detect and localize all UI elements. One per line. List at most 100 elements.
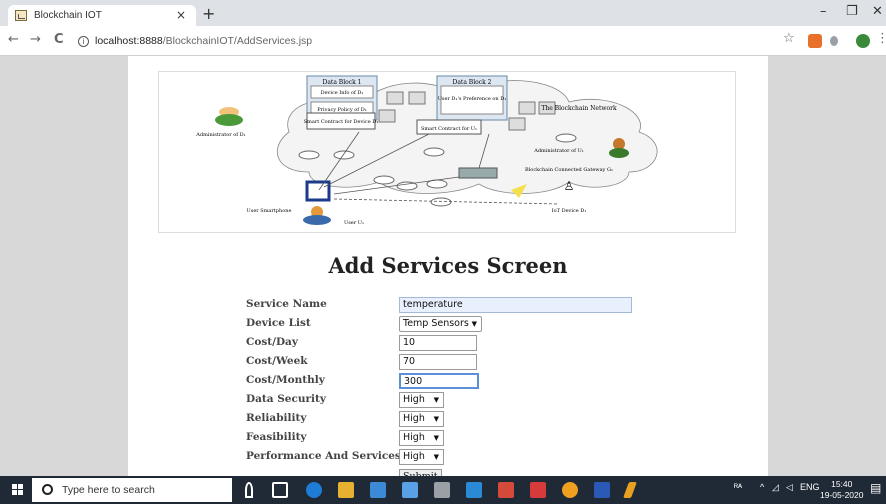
iot-device-label: IoT Device D₁ [552,208,587,214]
chrome-icon[interactable] [562,482,578,498]
volume-icon[interactable]: ◁ [786,482,793,493]
window-close-icon[interactable]: ✕ [872,4,883,19]
microphone-icon[interactable] [245,482,253,498]
smart-contract-user-label: Smart Contract for U₁ [421,126,477,132]
app-icon-7[interactable] [466,482,482,498]
performance-label: Performance And Services [246,450,401,462]
page-viewport: Data Block 1 Device Info of D₁ Privacy P… [0,56,886,484]
service-name-input[interactable]: temperature [399,297,632,313]
people-icon[interactable]: ᴿᴬ [734,482,742,492]
data-security-label: Data Security [246,393,326,405]
svg-text:♙: ♙ [564,179,575,193]
new-tab-icon[interactable]: + [202,4,215,23]
administrator-right-label: Administrator of U₁ [533,148,584,154]
store-icon[interactable] [338,482,354,498]
data-security-row: Data Security High [246,392,646,409]
service-name-label: Service Name [246,298,327,310]
app-icon-8[interactable] [498,482,514,498]
app-icon-5[interactable] [402,482,418,498]
menu-dots-icon[interactable]: ⋮ [876,31,886,46]
tab-blockchain-iot[interactable]: Blockchain IOT × [8,5,196,26]
task-view-icon[interactable] [272,482,288,498]
word-icon[interactable] [594,482,610,498]
tray-chevron-icon[interactable]: ^ [760,482,764,492]
feasibility-row: Feasibility High [246,430,646,447]
administrator-left-label: Administrator of D₁ [195,132,245,138]
device-list-value: Temp Sensors [403,318,469,329]
cost-week-row: Cost/Week 70 [246,354,646,371]
browser-toolbar: ← → C i localhost:8888/BlockchainIOT/AddS… [0,26,886,56]
bookmark-star-icon[interactable]: ☆ [783,31,795,46]
maximize-icon[interactable]: ❐ [846,4,858,19]
cost-day-row: Cost/Day 10 [246,335,646,352]
storage-icon[interactable] [370,482,386,498]
url-host: localhost:8888 [95,35,163,47]
privacy-policy-label: Privacy Policy of D₁ [317,107,366,113]
extension-icon[interactable] [808,34,822,48]
device-list-row: Device List Temp Sensors [246,316,646,333]
clock-date: 19-05-2020 [820,490,864,500]
user-label: User U₁ [344,220,364,226]
device-info-label: Device Info of D₁ [321,90,364,96]
profile-avatar-icon[interactable] [856,34,870,48]
clock-time: 15:40 [831,479,853,489]
cost-day-label: Cost/Day [246,336,298,348]
windows-taskbar: Type here to search ᴿᴬ ^ ◿ ◁ ENG 15:40 1… [0,476,886,504]
device-list-label: Device List [246,317,311,329]
taskbar-search-box[interactable]: Type here to search [32,478,232,502]
blockchain-network-label: The Blockchain Network [541,105,617,112]
page-title: Add Services Screen [328,253,568,278]
app-icon-13[interactable] [623,482,637,498]
back-icon[interactable]: ← [8,32,19,47]
user-preference-label: User D₁'s Preference on D₁ [438,96,507,102]
tab-close-icon[interactable]: × [176,8,186,22]
feasibility-value: High [403,432,425,443]
taskbar-clock[interactable]: 15:40 19-05-2020 [820,479,863,501]
service-name-row: Service Name temperature [246,297,646,314]
feasibility-select[interactable]: High [399,430,444,446]
main-content: Data Block 1 Device Info of D₁ Privacy P… [128,56,768,484]
reliability-select[interactable]: High [399,411,444,427]
performance-row: Performance And Services High [246,449,646,466]
browser-tabstrip: Blockchain IOT × + – ❐ ✕ [0,0,886,26]
data-security-value: High [403,394,425,405]
reload-icon[interactable]: C [54,32,64,47]
device-list-select[interactable]: Temp Sensors [399,316,482,332]
site-info-icon[interactable]: i [78,35,89,47]
minimize-icon[interactable]: – [820,4,827,19]
language-indicator[interactable]: ENG [800,482,820,492]
network-icon[interactable]: ◿ [772,482,779,493]
cost-monthly-label: Cost/Monthly [246,374,325,386]
cortana-circle-icon [42,484,53,495]
notifications-icon[interactable]: ▤ [870,481,881,495]
data-block-1-label: Data Block 1 [323,79,362,86]
performance-value: High [403,451,425,462]
url-path: /BlockchainIOT/AddServices.jsp [162,35,313,47]
data-security-select[interactable]: High [399,392,444,408]
user-smartphone-label: User Smartphone [247,208,292,214]
tab-title: Blockchain IOT [34,10,102,21]
reliability-label: Reliability [246,412,307,424]
architecture-diagram: Data Block 1 Device Info of D₁ Privacy P… [158,71,736,233]
page-favicon-icon [15,10,27,21]
performance-select[interactable]: High [399,449,444,465]
pdf-reader-icon[interactable] [530,482,546,498]
smart-contract-device-label: Smart Contract for Device D₁ [304,119,379,125]
address-bar[interactable]: i localhost:8888/BlockchainIOT/AddService… [78,31,768,51]
edge-browser-icon[interactable] [306,482,322,498]
extension-shield-icon[interactable] [830,36,838,46]
search-placeholder: Type here to search [62,484,155,496]
app-icon-6[interactable] [434,482,450,498]
feasibility-label: Feasibility [246,431,307,443]
reliability-row: Reliability High [246,411,646,428]
cost-monthly-row: Cost/Monthly 300 [246,373,646,390]
gateway-label: Blockchain Connected Gateway G₁ [525,167,613,173]
cost-week-label: Cost/Week [246,355,308,367]
cost-day-input[interactable]: 10 [399,335,477,351]
data-block-2-label: Data Block 2 [453,79,492,86]
forward-icon[interactable]: → [30,32,41,47]
reliability-value: High [403,413,425,424]
windows-start-icon[interactable] [12,484,24,496]
cost-week-input[interactable]: 70 [399,354,477,370]
cost-monthly-input[interactable]: 300 [399,373,479,389]
